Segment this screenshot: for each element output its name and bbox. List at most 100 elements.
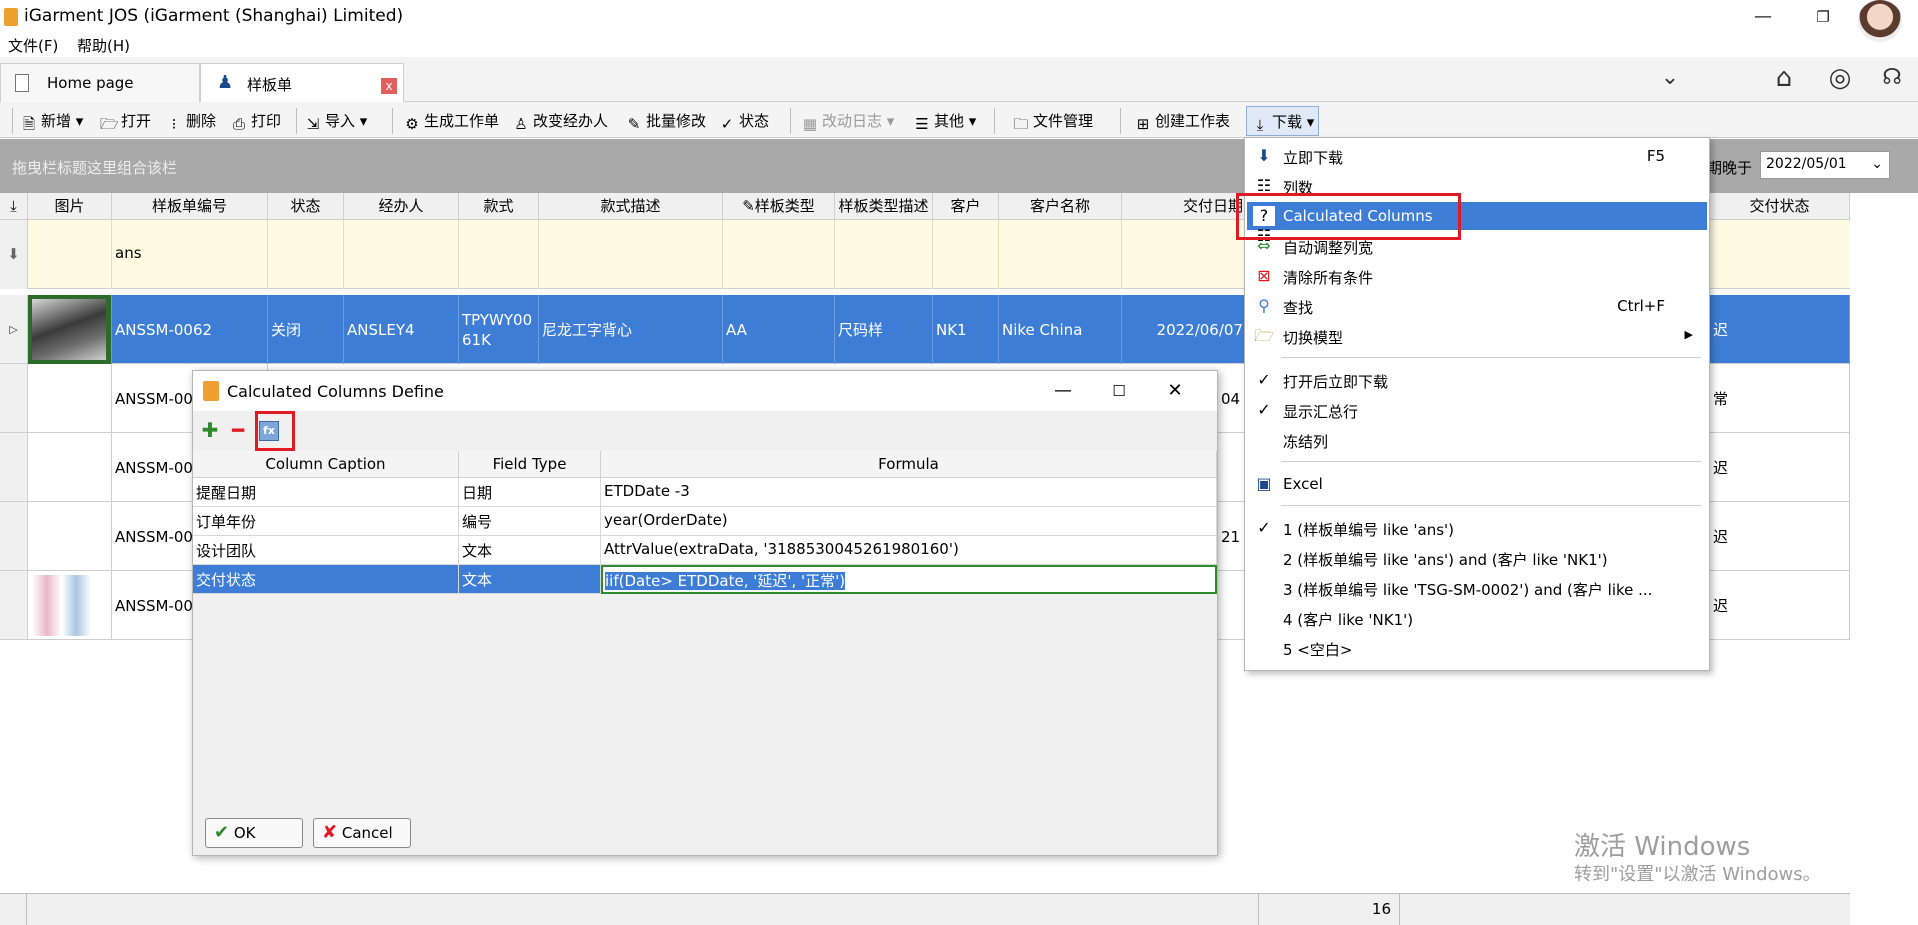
menu-item-switch-model[interactable]: 🗁 切换模型 ▶ [1247,322,1707,350]
cell-field-type[interactable]: 编号 [459,507,601,536]
cell-caption[interactable]: 设计团队 [193,536,459,565]
batch-edit-button[interactable]: ✎ 批量修改 [625,110,706,133]
column-header-caption[interactable]: Column Caption [193,451,459,478]
table-row[interactable]: 订单年份 编号 year(OrderDate) [193,507,1217,536]
column-header-delivery-status[interactable]: 交付状态 [1710,193,1850,220]
status-button[interactable]: ✓ 状态 [718,110,769,133]
folder-icon: 🗁 [100,115,119,133]
add-button[interactable]: 🗎 新增 ▾ [20,110,83,133]
minimize-icon[interactable]: — [1043,377,1083,405]
column-header-style-desc[interactable]: 款式描述 [539,193,723,220]
activation-watermark: 激活 Windows [1574,832,1751,862]
change-log-button[interactable]: ▦ 改动日志 ▾ [801,110,894,133]
restore-icon[interactable]: ❐ [1800,2,1846,32]
filter-cell[interactable] [933,220,999,289]
import-button[interactable]: ⇲ 导入 ▾ [304,110,368,133]
filter-cell[interactable] [459,220,539,289]
home-icon[interactable]: ⌂ [1766,60,1802,96]
column-header-formula[interactable]: Formula [601,451,1217,478]
menu-item-label: 查找 [1283,299,1314,317]
formula-selected-text: iif(Date> ETDDate, '延迟', '正常') [605,572,846,590]
column-header-style[interactable]: 款式 [459,193,539,220]
menu-item-recent-filter-2[interactable]: 2 (样板单编号 like 'ans') and (客户 like 'NK1') [1247,544,1707,572]
menu-item-freeze-columns[interactable]: 冻结列 [1247,426,1707,454]
menu-item-find[interactable]: ⚲ 查找 Ctrl+F [1247,292,1707,320]
change-handler-button[interactable]: ♙ 改变经办人 [512,110,608,133]
file-management-button[interactable]: 🗀 文件管理 [1012,110,1093,133]
cell-caption[interactable]: 订单年份 [193,507,459,536]
title-bar: iGarment JOS (iGarment (Shanghai) Limite… [0,0,1918,33]
menu-item-show-summary[interactable]: ✓ 显示汇总行 [1247,396,1707,424]
filter-input-order-no[interactable]: ans [112,220,268,289]
delete-button[interactable]: ⁝ 删除 [165,110,216,133]
cancel-button[interactable]: ✘ Cancel [313,818,411,848]
filter-cell[interactable] [835,220,933,289]
remove-column-icon[interactable]: ━ [227,419,249,441]
menu-item-recent-filter-3[interactable]: 3 (样板单编号 like 'TSG-SM-0002') and (客户 lik… [1247,574,1707,602]
page-icon [15,74,29,92]
minimize-icon[interactable]: — [1740,2,1786,32]
column-header-sample-type[interactable]: ✎样板类型 [723,193,835,220]
menu-item-clear-conditions[interactable]: ⊠ 清除所有条件 [1247,262,1707,290]
column-header-delivery-date[interactable]: 交付日期 [1122,193,1250,220]
formula-editor-input[interactable]: iif(Date> ETDDate, '延迟', '正常') [601,565,1217,594]
column-header-image[interactable]: 图片 [28,193,112,220]
cell-caption[interactable]: 交付状态 [193,565,459,594]
column-header-customer-name[interactable]: 客户名称 [999,193,1122,220]
filter-cell[interactable] [28,220,112,289]
chevron-down-icon: ⌄ [1871,156,1883,172]
export-icon[interactable]: ⤓ [0,193,28,220]
cell-formula[interactable]: year(OrderDate) [601,507,1217,536]
generate-order-button[interactable]: ⚙ 生成工作单 [403,110,499,133]
menu-item-recent-filter-1[interactable]: ✓ 1 (样板单编号 like 'ans') [1247,514,1707,542]
filter-cell[interactable] [723,220,835,289]
column-header-handler[interactable]: 经办人 [344,193,459,220]
cell-formula[interactable]: ETDDate -3 [601,478,1217,507]
column-header-order-no[interactable]: 样板单编号 [112,193,268,220]
menu-item-excel[interactable]: ▣ Excel [1247,470,1707,498]
cell-field-type[interactable]: 文本 [459,536,601,565]
table-row[interactable]: 设计团队 文本 AttrValue(extraData, '3188530045… [193,536,1217,565]
cell-formula[interactable]: AttrValue(extraData, '318853004526198016… [601,536,1217,565]
download-label: 下载 [1272,113,1303,131]
cell-delivery-status: 迟 [1710,571,1850,640]
menu-item-recent-filter-5[interactable]: 5 <空白> [1247,634,1707,662]
filter-cell[interactable] [344,220,459,289]
column-header-sample-type-desc[interactable]: 样板类型描述 [835,193,933,220]
menu-item-recent-filter-4[interactable]: 4 (客户 like 'NK1') [1247,604,1707,632]
print-button[interactable]: ⎙ 打印 [230,110,281,133]
cell-field-type[interactable]: 日期 [459,478,601,507]
cell-customer: NK1 [933,295,999,364]
other-button[interactable]: ☰ 其他 ▾ [913,110,976,133]
date-filter-input[interactable]: 2022/05/01 ⌄ [1760,151,1890,179]
tab-home-page[interactable]: Home page [0,63,200,102]
column-header-status[interactable]: 状态 [268,193,344,220]
menu-item-label: 切换模型 [1283,329,1344,347]
maximize-icon[interactable]: ☐ [1099,377,1139,405]
add-column-icon[interactable]: ✚ [199,419,221,441]
filter-cell[interactable] [999,220,1122,289]
table-row[interactable]: 交付状态 文本 iif(Date> ETDDate, '延迟', '正常') [193,565,1217,594]
menu-item-download-on-open[interactable]: ✓ 打开后立即下载 [1247,366,1707,394]
column-header-field-type[interactable]: Field Type [459,451,601,478]
create-sheet-button[interactable]: ⊞ 创建工作表 [1134,110,1230,133]
cell-caption[interactable]: 提醒日期 [193,478,459,507]
download-button[interactable]: ⤓ 下载 ▾ [1246,106,1320,136]
column-header-customer[interactable]: 客户 [933,193,999,220]
menu-help[interactable]: 帮助(H) [77,35,130,56]
close-icon[interactable]: ✕ [1155,377,1195,405]
chevron-down-icon[interactable]: ⌄ [1652,60,1688,96]
filter-cell[interactable] [539,220,723,289]
tab-sample-order[interactable]: ♟ 样板单 x [200,63,404,102]
close-icon[interactable]: x [381,78,397,94]
menu-file[interactable]: 文件(F) [8,35,58,56]
check-icon: ✔ [214,822,230,843]
menu-item-download-now[interactable]: ⬇ 立即下载 F5 [1247,142,1707,170]
ok-button[interactable]: ✔ OK [205,818,303,848]
cell-field-type[interactable]: 文本 [459,565,601,594]
open-button[interactable]: 🗁 打开 [100,110,151,133]
support-icon[interactable]: ☊ [1874,60,1910,96]
user-icon[interactable]: ◎ [1822,60,1858,96]
filter-cell[interactable] [268,220,344,289]
table-row[interactable]: 提醒日期 日期 ETDDate -3 [193,478,1217,507]
